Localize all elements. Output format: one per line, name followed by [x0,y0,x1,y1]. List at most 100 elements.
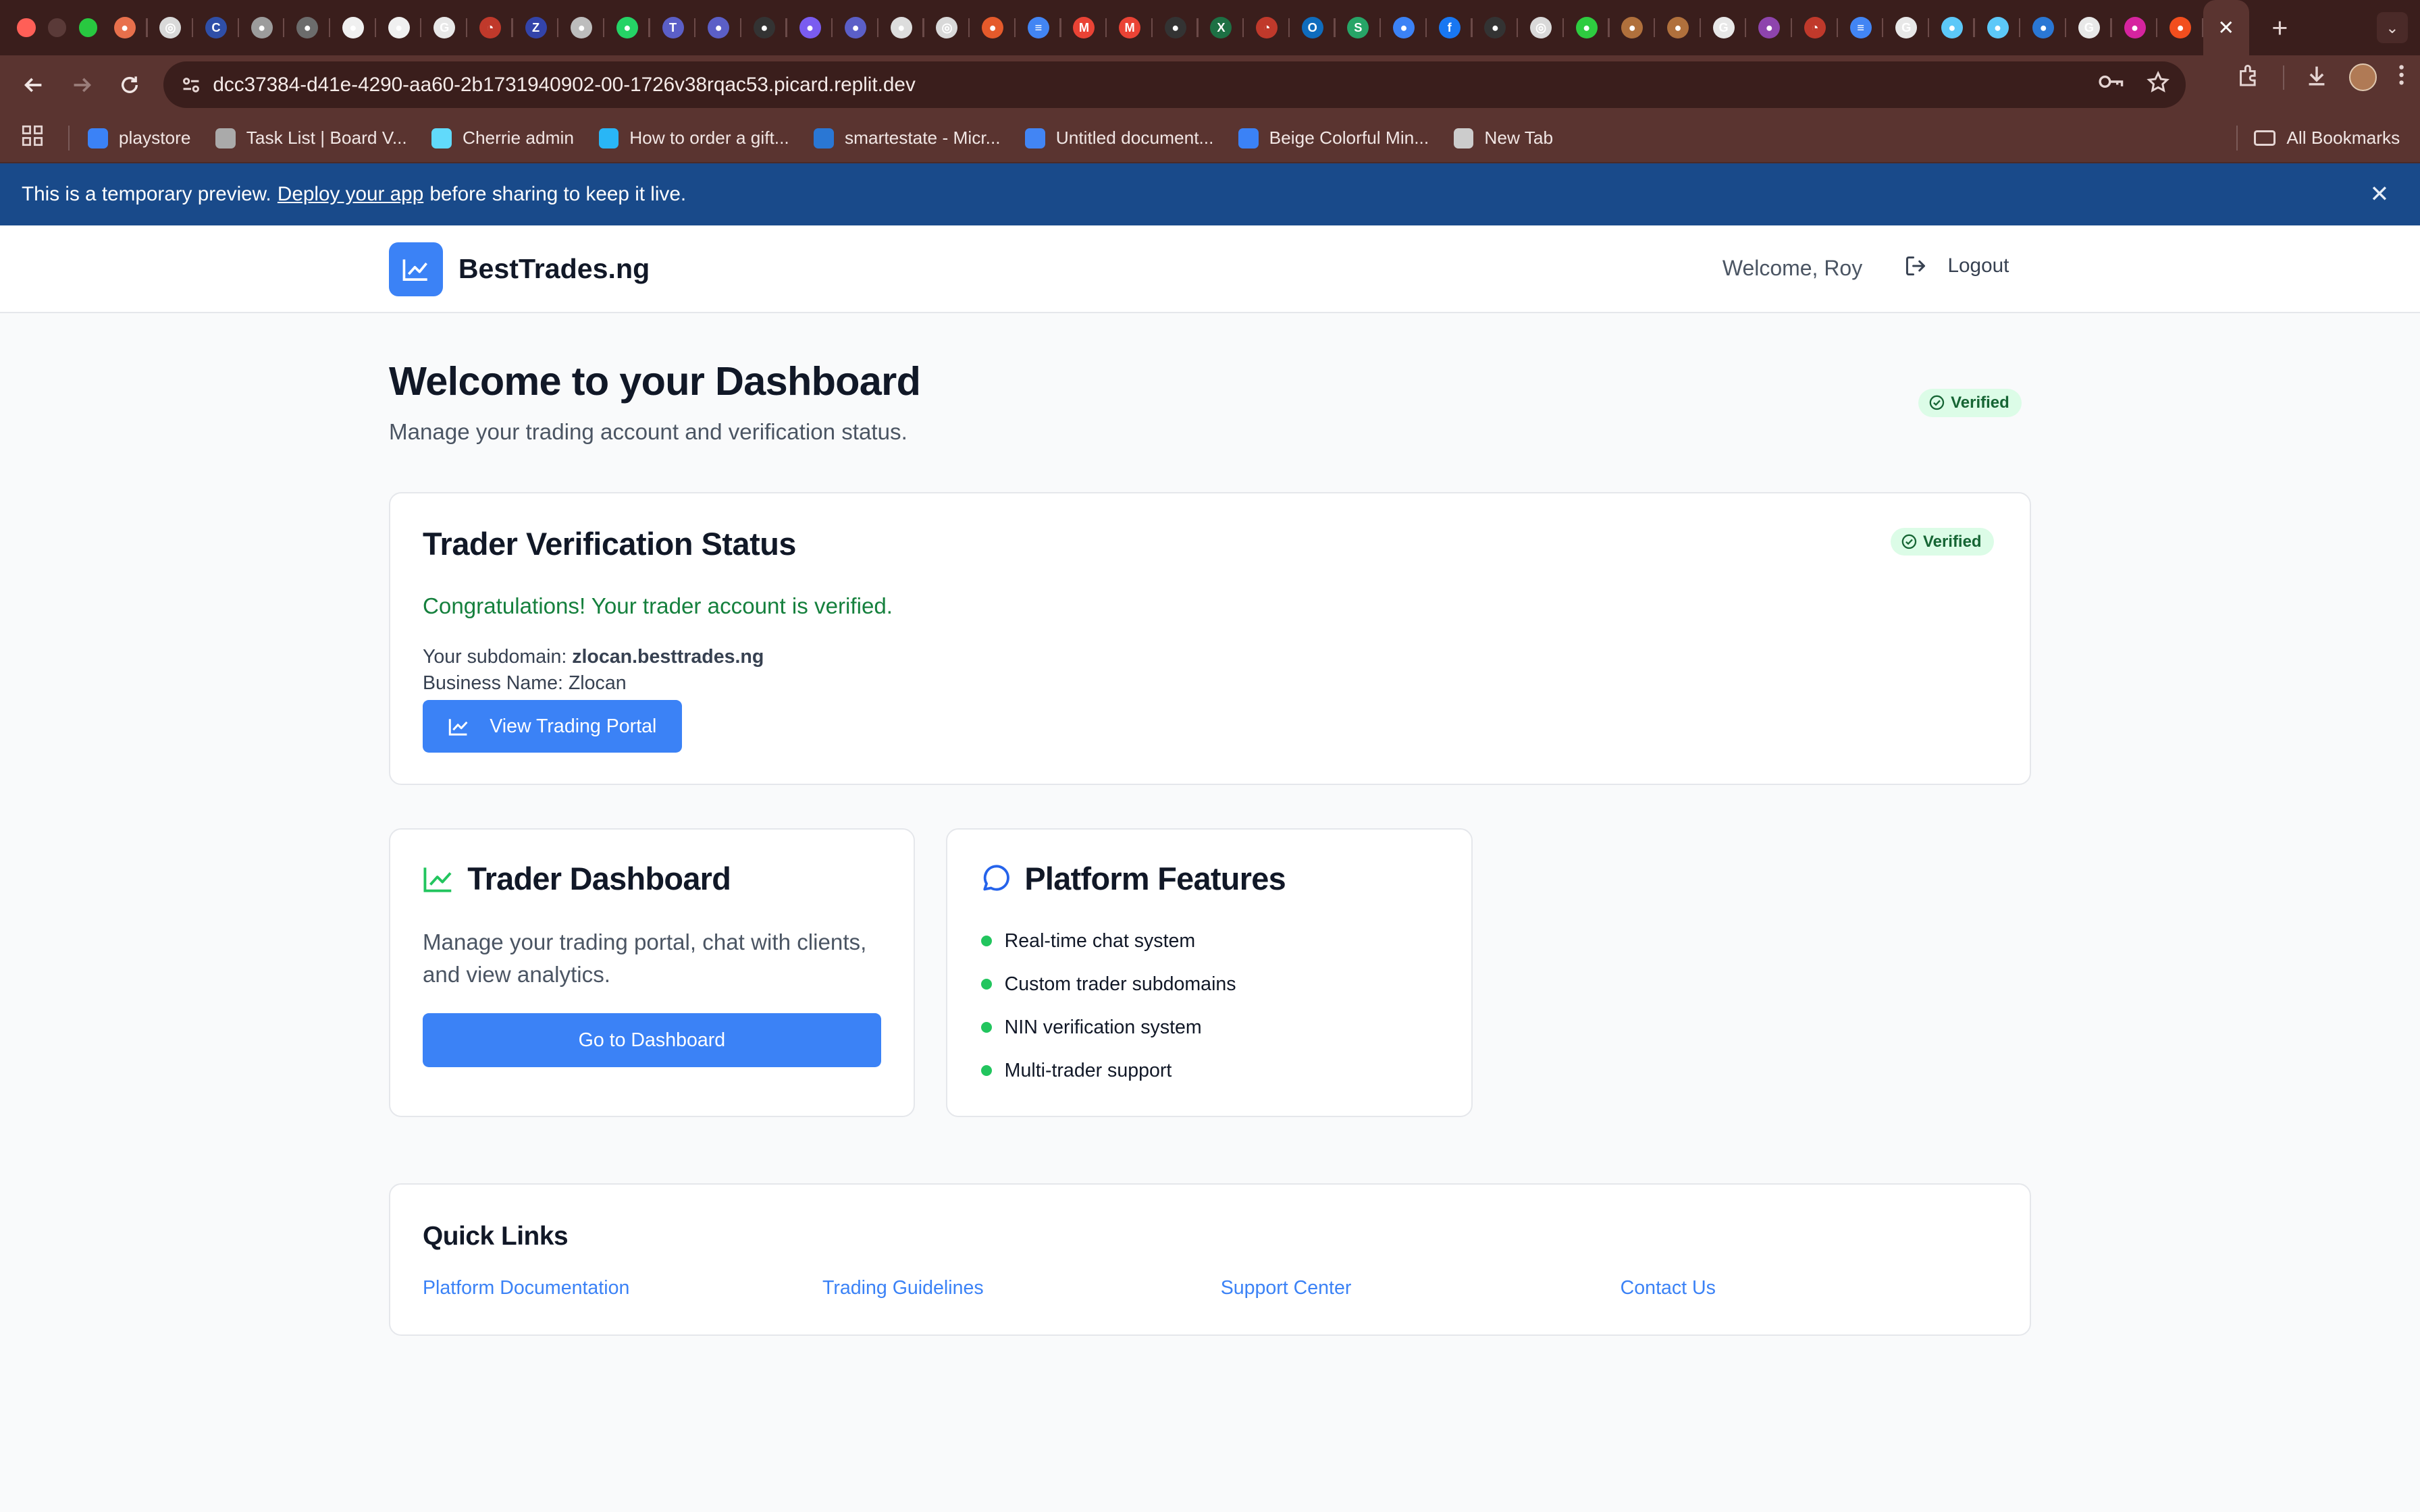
bookmarks-bar: playstore Task List | Board V... Cherrie a… [0,114,2420,164]
browser-tab[interactable]: ● [2020,0,2067,55]
url-text: dcc37384-d41e-4290-aa60-2b1731940902-00-… [213,73,916,96]
browser-tab[interactable]: ● [1564,0,1610,55]
3600-icon: ● [753,17,775,39]
extensions-icon[interactable] [2238,63,2261,92]
bookmark-item[interactable]: Untitled document... [1025,128,1213,148]
back-button[interactable] [12,63,55,107]
site-settings-icon[interactable] [176,70,207,101]
tab-search-chevron-icon[interactable]: ⌄ [2376,12,2408,43]
brand-logo[interactable]: BestTrades.ng [388,242,650,296]
maximize-window-button[interactable] [78,18,97,37]
browser-tab[interactable]: ◎ [924,0,970,55]
browser-tab[interactable]: ● [284,0,331,55]
3600-icon: ● [1164,17,1186,39]
all-bookmarks-button[interactable]: All Bookmarks [2254,128,2400,148]
profile-avatar[interactable] [2348,63,2377,92]
quick-links-title: Quick Links [422,1221,569,1251]
browser-tab[interactable]: ● [1975,0,2021,55]
browser-tab[interactable]: M [1061,0,1107,55]
trading-guidelines-link[interactable]: Trading Guidelines [822,1277,984,1299]
browser-tab[interactable]: ◔ [1244,0,1290,55]
browser-tab[interactable]: ● [2157,0,2204,55]
address-bar[interactable]: dcc37384-d41e-4290-aa60-2b1731940902-00-… [163,61,2186,108]
browser-tab[interactable]: ● [330,0,376,55]
bookmark-favicon-icon [814,128,834,148]
browser-tab[interactable]: ● [1746,0,1793,55]
close-banner-icon[interactable]: ✕ [2370,181,2390,208]
browser-menu-icon[interactable] [2398,64,2404,91]
active-browser-tab[interactable]: ✕ [2203,0,2249,56]
quick-links-card: Quick Links Platform Documentation Tradi… [388,1183,2031,1336]
browser-tab[interactable]: ● [1381,0,1427,55]
browser-tab[interactable]: ● [102,0,148,55]
browser-tab[interactable]: ● [1929,0,1975,55]
browser-tab[interactable]: ● [833,0,878,55]
browser-tab[interactable]: ● [558,0,605,55]
contact-us-link[interactable]: Contact Us [1621,1277,1716,1299]
download-icon[interactable] [2306,63,2327,92]
browser-tab[interactable]: G [1701,0,1747,55]
docs-icon: ≡ [1849,17,1872,39]
bookmark-label: New Tab [1484,128,1554,148]
bullet-dot-icon [981,936,993,947]
deploy-app-link[interactable]: Deploy your app [278,183,423,206]
browser-tab[interactable]: O [1290,0,1336,55]
bookmark-item[interactable]: Cherrie admin [431,128,574,148]
browser-tab[interactable]: ● [695,0,742,55]
new-tab-button[interactable]: + [2261,12,2298,44]
bookmark-star-icon[interactable] [2147,70,2170,99]
browser-tab[interactable]: ◎ [148,0,194,55]
minimize-window-button[interactable] [47,18,67,37]
go-to-dashboard-button[interactable]: Go to Dashboard [422,1013,881,1068]
close-tab-icon[interactable]: ✕ [2217,16,2234,40]
bookmark-label: How to order a gift... [629,128,789,148]
browser-tab[interactable]: Z [513,0,559,55]
browser-tab[interactable]: ≡ [1838,0,1884,55]
browser-tab[interactable]: ◎ [1518,0,1564,55]
browser-tab[interactable]: G [421,0,468,55]
browser-tab[interactable]: G [1883,0,1930,55]
browser-tab[interactable]: ● [1473,0,1519,55]
browser-tab[interactable]: T [650,0,696,55]
bookmark-item[interactable]: New Tab [1453,128,1554,148]
browser-tab[interactable]: ◔ [467,0,513,55]
bookmark-item[interactable]: Task List | Board V... [215,128,407,148]
tab-list: ● ◎ C ● ● ● ● G ◔ Z ● ● T ● ● ● ● ● ◎ ● ≡ M M ● X ◔ O S ● f ● ◎ ● ● ● G ● ◔ ≡ G… [102,0,2249,56]
browser-tab[interactable]: ● [604,0,650,55]
browser-tab[interactable]: X [1199,0,1244,55]
support-center-link[interactable]: Support Center [1221,1277,1352,1299]
reload-button[interactable] [108,63,151,107]
bullet-dot-icon [981,1022,993,1033]
browser-tab[interactable]: ● [2112,0,2158,55]
trader-dashboard-title-text: Trader Dashboard [467,861,731,897]
view-trading-portal-button[interactable]: View Trading Portal [422,700,682,753]
browser-tab[interactable]: C [193,0,239,55]
browser-tab[interactable]: ● [1153,0,1199,55]
bookmark-item[interactable]: How to order a gift... [598,128,789,148]
platform-documentation-link[interactable]: Platform Documentation [423,1277,629,1299]
browser-tab-strip: ● ◎ C ● ● ● ● G ◔ Z ● ● T ● ● ● ● ● ◎ ● ≡ M M ● X ◔ O S ● f ● ◎ ● ● ● G ● ◔ ≡ G… [0,0,2420,56]
bookmark-item[interactable]: smartestate - Micr... [814,128,1001,148]
browser-tab[interactable]: ● [878,0,924,55]
browser-tab[interactable]: G [2066,0,2112,55]
bookmark-item[interactable]: Beige Colorful Min... [1238,128,1429,148]
forward-button[interactable] [60,63,103,107]
browser-tab[interactable]: M [1107,0,1153,55]
browser-tab[interactable]: ● [1610,0,1656,55]
close-window-button[interactable] [17,18,36,37]
browser-tab[interactable]: S [1336,0,1382,55]
browser-tab[interactable]: ● [787,0,833,55]
bookmark-item[interactable]: playstore [88,128,191,148]
browser-tab[interactable]: ● [239,0,285,55]
browser-tab[interactable]: ● [970,0,1016,55]
browser-tab[interactable]: ≡ [1016,0,1061,55]
password-key-icon[interactable] [2097,71,2125,99]
browser-tab[interactable]: ● [1655,0,1701,55]
apps-grid-icon[interactable] [22,125,47,152]
feature-label: Multi-trader support [1004,1059,1172,1081]
browser-tab[interactable]: ● [376,0,422,55]
logout-button[interactable]: Logout [1905,254,2009,277]
browser-tab[interactable]: ◔ [1792,0,1838,55]
browser-tab[interactable]: ● [741,0,787,55]
browser-tab[interactable]: f [1427,0,1473,55]
